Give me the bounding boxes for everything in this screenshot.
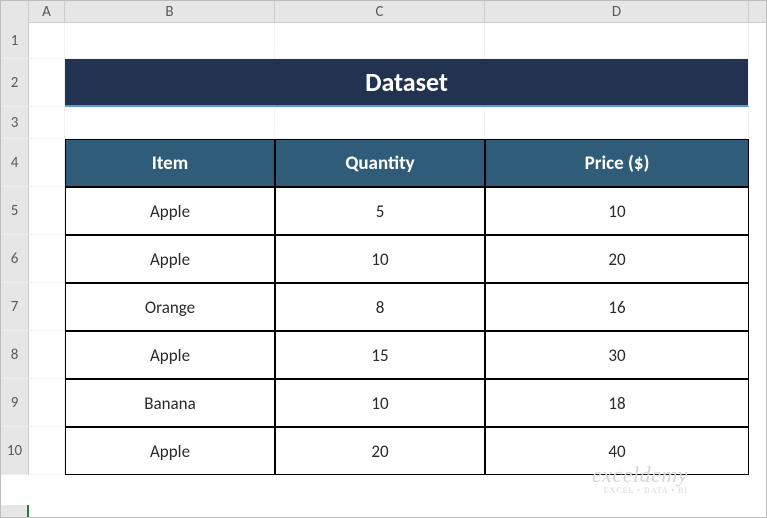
spreadsheet: A B C D 1 2 Dataset 3 4 Item Q <box>0 0 767 518</box>
cell-a8[interactable] <box>29 331 65 379</box>
select-all-corner[interactable] <box>1 1 29 23</box>
data-item[interactable]: Apple <box>65 331 275 379</box>
cell-d3[interactable] <box>485 107 749 139</box>
selected-row-indicator <box>1 505 29 517</box>
data-price[interactable]: 18 <box>485 379 749 427</box>
header-item[interactable]: Item <box>65 139 275 187</box>
data-quantity[interactable]: 15 <box>275 331 485 379</box>
row-header-6[interactable]: 6 <box>1 235 29 283</box>
cell-a1[interactable] <box>29 23 65 59</box>
data-item[interactable]: Orange <box>65 283 275 331</box>
col-header-d[interactable]: D <box>485 1 749 22</box>
cell-a4[interactable] <box>29 139 65 187</box>
header-price[interactable]: Price ($) <box>485 139 749 187</box>
watermark-brand: exceldemy <box>592 462 688 488</box>
data-price[interactable]: 30 <box>485 331 749 379</box>
row-header-1[interactable]: 1 <box>1 23 29 59</box>
row-header-2[interactable]: 2 <box>1 59 29 107</box>
col-header-b[interactable]: B <box>65 1 275 22</box>
data-quantity[interactable]: 8 <box>275 283 485 331</box>
cell-a6[interactable] <box>29 235 65 283</box>
data-quantity[interactable]: 5 <box>275 187 485 235</box>
row-header-8[interactable]: 8 <box>1 331 29 379</box>
cell-c1[interactable] <box>275 23 485 59</box>
row-header-5[interactable]: 5 <box>1 187 29 235</box>
row-4: 4 Item Quantity Price ($) <box>1 139 766 187</box>
header-quantity[interactable]: Quantity <box>275 139 485 187</box>
cell-a10[interactable] <box>29 427 65 475</box>
col-header-c[interactable]: C <box>275 1 485 22</box>
cell-a7[interactable] <box>29 283 65 331</box>
data-quantity[interactable]: 20 <box>275 427 485 475</box>
cell-a9[interactable] <box>29 379 65 427</box>
title-banner[interactable]: Dataset <box>65 59 749 107</box>
data-item[interactable]: Apple <box>65 235 275 283</box>
row-3: 3 <box>1 107 766 139</box>
rows-area: 1 2 Dataset 3 4 Item Quantity Price ($) <box>1 23 766 475</box>
col-header-a[interactable]: A <box>29 1 65 22</box>
watermark-tagline: EXCEL • DATA • BI <box>592 486 688 495</box>
row-header-7[interactable]: 7 <box>1 283 29 331</box>
cell-a5[interactable] <box>29 187 65 235</box>
row-header-9[interactable]: 9 <box>1 379 29 427</box>
data-item[interactable]: Apple <box>65 427 275 475</box>
cell-c3[interactable] <box>275 107 485 139</box>
data-price[interactable]: 16 <box>485 283 749 331</box>
row-5: 5 Apple 5 10 <box>1 187 766 235</box>
cell-a2[interactable] <box>29 59 65 107</box>
data-quantity[interactable]: 10 <box>275 235 485 283</box>
row-header-4[interactable]: 4 <box>1 139 29 187</box>
row-6: 6 Apple 10 20 <box>1 235 766 283</box>
row-8: 8 Apple 15 30 <box>1 331 766 379</box>
row-header-10[interactable]: 10 <box>1 427 29 475</box>
cell-b1[interactable] <box>65 23 275 59</box>
column-headers: A B C D <box>1 1 766 23</box>
data-price[interactable]: 10 <box>485 187 749 235</box>
data-quantity[interactable]: 10 <box>275 379 485 427</box>
data-item[interactable]: Banana <box>65 379 275 427</box>
cell-b3[interactable] <box>65 107 275 139</box>
data-item[interactable]: Apple <box>65 187 275 235</box>
row-7: 7 Orange 8 16 <box>1 283 766 331</box>
row-2: 2 Dataset <box>1 59 766 107</box>
cell-d1[interactable] <box>485 23 749 59</box>
cell-a3[interactable] <box>29 107 65 139</box>
row-9: 9 Banana 10 18 <box>1 379 766 427</box>
watermark: exceldemy EXCEL • DATA • BI <box>592 462 688 495</box>
row-header-3[interactable]: 3 <box>1 107 29 139</box>
row-1: 1 <box>1 23 766 59</box>
data-price[interactable]: 20 <box>485 235 749 283</box>
